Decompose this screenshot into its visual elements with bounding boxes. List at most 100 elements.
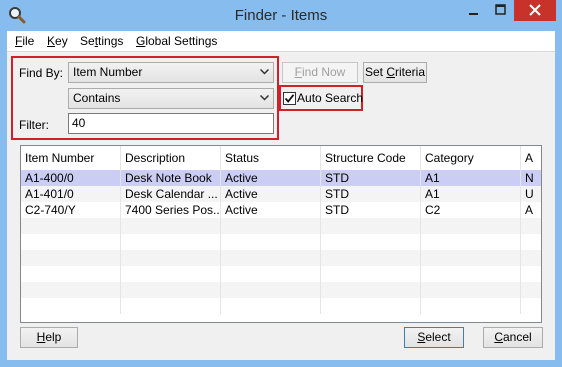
- table-cell: U: [525, 187, 534, 201]
- table-cell: [421, 266, 521, 282]
- table-cell: A: [525, 203, 534, 217]
- table-cell: [521, 298, 541, 314]
- table-row[interactable]: [21, 282, 541, 298]
- column-header[interactable]: A: [521, 146, 541, 170]
- table-row[interactable]: [21, 266, 541, 282]
- table-cell: [321, 250, 421, 266]
- table-cell: [421, 234, 521, 250]
- table-cell: Desk Note Book: [121, 170, 221, 186]
- table-cell: [521, 218, 541, 234]
- table-cell: [21, 282, 121, 298]
- table-cell: C2-740/Y: [21, 202, 121, 218]
- table-cell: Active: [221, 202, 321, 218]
- select-button[interactable]: Select: [404, 327, 464, 348]
- table-cell: [321, 218, 421, 234]
- table-row[interactable]: [21, 298, 541, 314]
- chevron-down-icon: [260, 69, 269, 75]
- table-row[interactable]: [21, 250, 541, 266]
- column-header[interactable]: Structure Code: [321, 146, 421, 170]
- table-cell: [121, 298, 221, 314]
- table-cell: A1-400/0: [21, 170, 121, 186]
- auto-search-label[interactable]: Auto Search: [297, 91, 363, 105]
- cancel-button[interactable]: Cancel: [483, 327, 543, 348]
- table-cell: [221, 282, 321, 298]
- table-cell: N: [525, 171, 534, 185]
- find-now-button[interactable]: Find Now: [282, 62, 358, 83]
- table-cell: [521, 250, 541, 266]
- table-cell: [121, 266, 221, 282]
- column-header[interactable]: Item Number: [21, 146, 121, 170]
- table-cell: [121, 250, 221, 266]
- table-cell: Active: [221, 186, 321, 202]
- table-cell: [321, 282, 421, 298]
- table-cell: STD: [321, 186, 421, 202]
- find-by-label: Find By:: [19, 66, 64, 80]
- table-cell: [121, 218, 221, 234]
- set-criteria-button[interactable]: Set Criteria: [363, 62, 427, 83]
- filter-label: Filter:: [19, 118, 49, 132]
- table-row[interactable]: A1-401/0 Desk Calendar ... Active STD A1 U: [21, 186, 541, 202]
- chevron-down-icon: [260, 95, 269, 101]
- find-by-select[interactable]: Item Number: [68, 62, 274, 83]
- table-cell: C2: [421, 202, 521, 218]
- table-cell: [521, 282, 541, 298]
- table-cell: [421, 282, 521, 298]
- table-cell: A1: [421, 170, 521, 186]
- minimize-button[interactable]: [460, 0, 487, 21]
- table-cell: [21, 250, 121, 266]
- close-icon: [529, 4, 541, 16]
- results-grid[interactable]: Item Number Description Status Structure…: [20, 145, 542, 323]
- table-cell: [321, 234, 421, 250]
- table-cell: [521, 234, 541, 250]
- checkmark-icon: [284, 94, 295, 103]
- table-cell: [221, 250, 321, 266]
- operator-select[interactable]: Contains: [68, 88, 274, 109]
- maximize-button[interactable]: [487, 0, 514, 21]
- table-cell: A1-401/0: [21, 186, 121, 202]
- table-cell: 7400 Series Pos...: [121, 202, 221, 218]
- table-cell: [21, 218, 121, 234]
- table-cell: [121, 234, 221, 250]
- table-row[interactable]: [21, 218, 541, 234]
- table-cell: [21, 298, 121, 314]
- table-cell: [221, 218, 321, 234]
- table-cell: [421, 250, 521, 266]
- table-cell: STD: [321, 202, 421, 218]
- table-cell: [321, 298, 421, 314]
- table-cell: [321, 266, 421, 282]
- close-button[interactable]: [514, 0, 556, 21]
- table-cell: [21, 234, 121, 250]
- table-row[interactable]: C2-740/Y 7400 Series Pos... Active STD C2 A: [21, 202, 541, 218]
- client-area: File Key Settings Global Settings Find B…: [7, 31, 555, 360]
- table-cell: [221, 266, 321, 282]
- grid-header: Item Number Description Status Structure…: [21, 146, 541, 170]
- table-cell: [21, 266, 121, 282]
- table-cell: [221, 298, 321, 314]
- finder-window: Finder - Items File Key Settings Global …: [0, 0, 562, 367]
- operator-value: Contains: [73, 91, 121, 105]
- table-row[interactable]: [21, 234, 541, 250]
- table-cell: Active: [221, 170, 321, 186]
- table-cell: [421, 298, 521, 314]
- column-header[interactable]: Category: [421, 146, 521, 170]
- menu-global-settings[interactable]: Global Settings: [136, 34, 217, 48]
- column-header[interactable]: Description: [121, 146, 221, 170]
- menu-settings[interactable]: Settings: [80, 34, 123, 48]
- table-cell: A1: [421, 186, 521, 202]
- maximize-icon: [495, 4, 506, 15]
- help-button[interactable]: Help: [20, 327, 78, 348]
- menu-file[interactable]: File: [15, 34, 34, 48]
- auto-search-checkbox[interactable]: [283, 92, 296, 105]
- table-cell: [221, 234, 321, 250]
- table-cell: Desk Calendar ...: [121, 186, 221, 202]
- menu-bar: File Key Settings Global Settings: [7, 31, 555, 51]
- table-cell: [521, 266, 541, 282]
- title-bar[interactable]: Finder - Items: [0, 0, 562, 31]
- column-header[interactable]: Status: [221, 146, 321, 170]
- table-cell: [421, 218, 521, 234]
- menu-key[interactable]: Key: [47, 34, 68, 48]
- minimize-icon: [469, 13, 478, 15]
- menu-separator: [7, 51, 555, 52]
- filter-input[interactable]: 40: [68, 113, 274, 134]
- table-row[interactable]: A1-400/0 Desk Note Book Active STD A1 N: [21, 170, 541, 186]
